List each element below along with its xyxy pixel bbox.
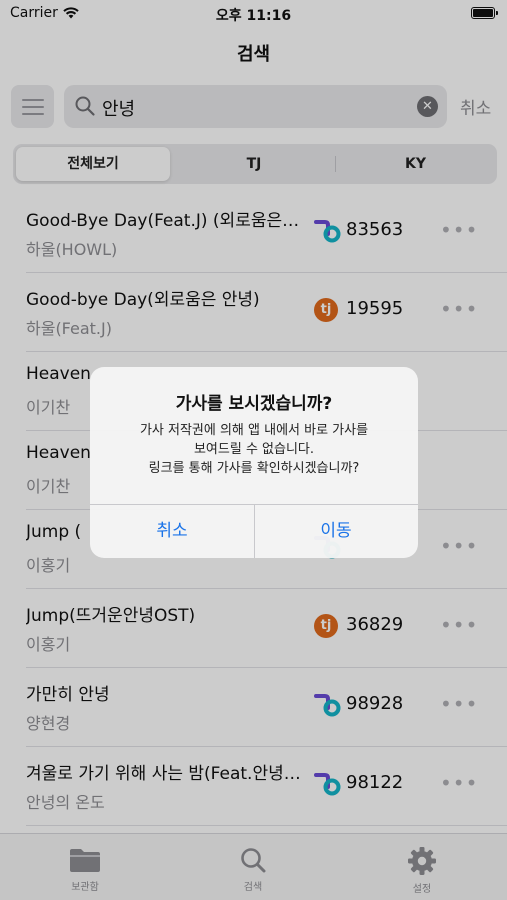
alert-message-line: 가사 저작권에 의해 앱 내에서 바로 가사를 <box>139 423 369 438</box>
alert-cancel-button[interactable]: 취소 <box>90 505 254 558</box>
alert-message-line: 보여드릴 수 없습니다. <box>193 442 315 457</box>
alert-title: 가사를 보시겠습니까? <box>175 394 333 414</box>
alert-message: 가사 저작권에 의해 앱 내에서 바로 가사를 보여드릴 수 없습니다. 링크를… <box>106 421 402 478</box>
alert-move-button[interactable]: 이동 <box>254 505 418 558</box>
search-screen: Carrier 오후 11:16 검색 안녕 ✕ 취소 전체보기 TJ KY G… <box>0 0 507 900</box>
alert-message-line: 링크를 통해 가사를 확인하시겠습니까? <box>148 461 360 476</box>
lyrics-alert-dialog: 가사를 보시겠습니까? 가사 저작권에 의해 앱 내에서 바로 가사를 보여드릴… <box>90 367 418 558</box>
